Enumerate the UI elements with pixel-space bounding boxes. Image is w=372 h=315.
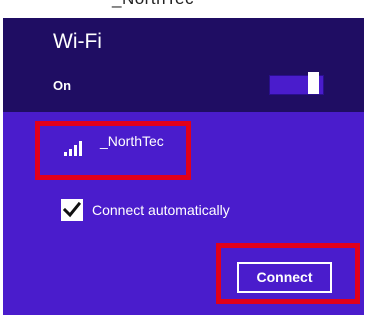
wifi-toggle-thumb[interactable] xyxy=(308,72,319,94)
highlight-connect-box xyxy=(216,243,360,304)
highlight-network-box xyxy=(35,121,191,180)
panel-title: Wi-Fi xyxy=(53,30,102,53)
wifi-state-label: On xyxy=(53,78,72,93)
connect-automatically-label[interactable]: Connect automatically xyxy=(92,202,230,218)
cropped-header-text: _NorthTec xyxy=(112,0,194,9)
connect-automatically-checkbox[interactable] xyxy=(61,199,83,221)
cropped-header: _NorthTec xyxy=(0,0,372,18)
wifi-flyout-screenshot: _NorthTec Wi-Fi On _NorthTec Connect aut… xyxy=(0,0,372,315)
checkmark-icon xyxy=(63,201,81,218)
